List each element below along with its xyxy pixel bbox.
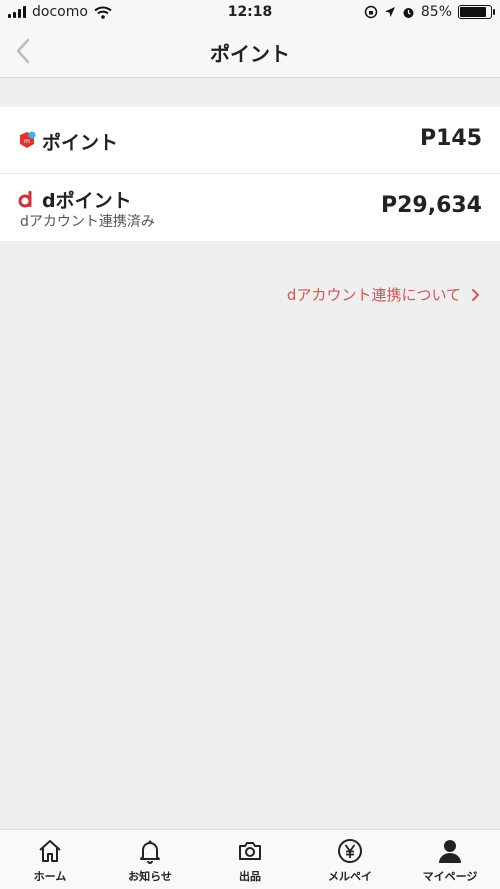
d-account-link-info[interactable]: dアカウント連携について (287, 284, 480, 305)
tab-notifications-label: お知らせ (128, 870, 172, 883)
tab-mypage[interactable]: マイページ (400, 830, 500, 889)
yen-icon (338, 839, 362, 863)
battery-icon (458, 5, 495, 19)
tab-merpay-label: メルペイ (328, 870, 372, 883)
chevron-right-icon (472, 288, 479, 301)
location-icon (384, 7, 395, 17)
status-right: 85% (364, 4, 495, 20)
tab-sell[interactable]: 出品 (200, 830, 300, 889)
tab-bar: ホーム お知らせ 出品 メルペイ マイページ (0, 829, 500, 889)
navigation-bar: ポイント (0, 26, 500, 78)
svg-text:m: m (24, 138, 30, 145)
d-point-icon (18, 191, 32, 208)
person-icon (439, 840, 461, 863)
mercari-icon: m (20, 131, 36, 148)
tab-sell-label: 出品 (239, 870, 261, 883)
bell-icon (140, 840, 160, 864)
d-point-row[interactable]: dポイント dアカウント連携済み P29,634 (0, 174, 500, 241)
status-bar: docomo 12:18 85% (0, 0, 500, 26)
tab-home[interactable]: ホーム (0, 830, 100, 889)
d-point-value: P29,634 (380, 193, 482, 218)
mercari-point-value: P145 (419, 126, 482, 151)
tab-merpay[interactable]: メルペイ (300, 830, 400, 889)
battery-fill (460, 7, 486, 17)
d-point-label: dポイント (42, 190, 132, 212)
mercari-point-label: ポイント (42, 132, 119, 154)
page-title: ポイント (210, 42, 290, 66)
alarm-icon (403, 7, 414, 18)
points-section: m ポイント P145 dポイント dアカウント連携済み P29,634 (0, 107, 500, 241)
camera-icon (239, 842, 261, 860)
tab-home-label: ホーム (33, 870, 67, 883)
mercari-point-row[interactable]: m ポイント P145 (0, 107, 500, 174)
battery-percent: 85% (420, 4, 452, 20)
tab-mypage-label: マイページ (422, 870, 478, 883)
d-account-linked-status: dアカウント連携済み (20, 214, 155, 230)
home-icon (39, 840, 61, 862)
tab-notifications[interactable]: お知らせ (100, 830, 200, 889)
rotation-lock-icon (364, 5, 378, 19)
d-account-link-label: dアカウント連携について (286, 286, 461, 304)
